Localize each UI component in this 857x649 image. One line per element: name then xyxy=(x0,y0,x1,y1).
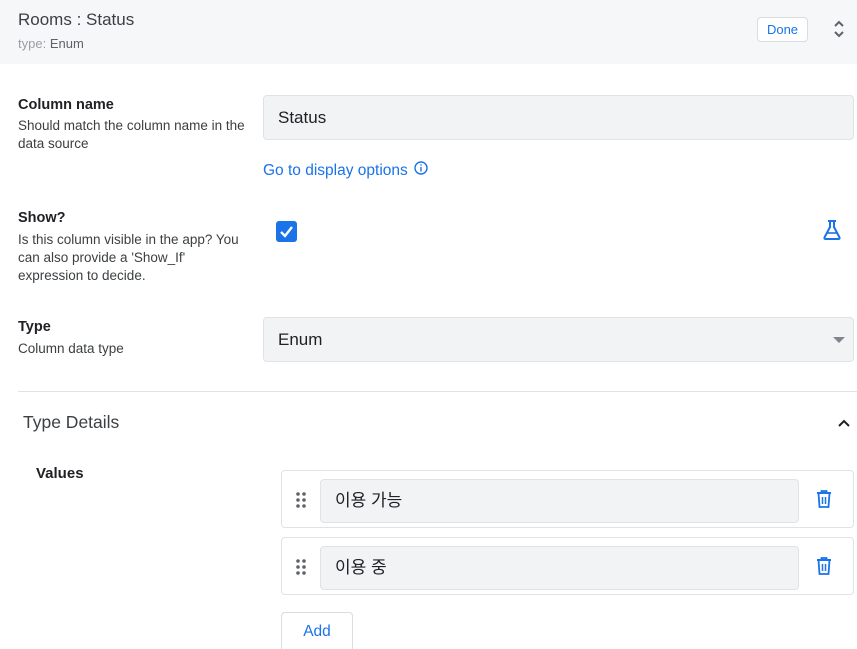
chevron-up-icon[interactable] xyxy=(835,414,853,432)
value-row: 이용 가능 xyxy=(281,470,854,528)
add-value-button[interactable]: Add xyxy=(281,612,353,649)
display-options-link-text: Go to display options xyxy=(263,161,408,179)
values-label: Values xyxy=(36,465,84,482)
type-label: Type xyxy=(18,319,51,335)
trash-icon[interactable] xyxy=(815,556,833,576)
column-title: Rooms : Status xyxy=(18,10,135,29)
column-type-summary: type: Enum xyxy=(18,36,84,51)
value-input[interactable]: 이용 가능 xyxy=(320,479,799,523)
column-name-label: Column name xyxy=(18,97,114,113)
checkmark-icon xyxy=(280,226,293,238)
drag-handle-icon[interactable] xyxy=(295,558,307,576)
show-label: Show? xyxy=(18,210,66,226)
type-value: Enum xyxy=(49,36,84,51)
show-checkbox[interactable] xyxy=(276,221,297,242)
dropdown-arrow-icon xyxy=(833,337,845,343)
expand-collapse-icon[interactable] xyxy=(829,17,849,41)
section-divider xyxy=(18,391,857,392)
display-options-link[interactable]: Go to display options xyxy=(263,161,428,180)
type-details-title: Type Details xyxy=(23,412,120,432)
done-button[interactable]: Done xyxy=(757,17,808,42)
value-row: 이용 중 xyxy=(281,537,854,595)
value-input[interactable]: 이용 중 xyxy=(320,546,799,590)
column-name-input[interactable]: Status xyxy=(263,95,854,140)
show-description: Is this column visible in the app? You c… xyxy=(18,232,239,283)
info-icon xyxy=(414,161,428,180)
column-header: Rooms : Status type: Enum Done xyxy=(0,0,857,64)
drag-handle-icon[interactable] xyxy=(295,491,307,509)
expression-flask-icon[interactable] xyxy=(820,218,844,242)
column-editor: Rooms : Status type: Enum Done Column na… xyxy=(0,0,857,649)
type-description: Column data type xyxy=(18,341,124,356)
column-name-description: Should match the column name in the data… xyxy=(18,118,245,151)
type-select-value: Enum xyxy=(278,330,323,349)
type-select[interactable]: Enum xyxy=(263,317,854,362)
trash-icon[interactable] xyxy=(815,489,833,509)
type-prefix: type: xyxy=(18,36,47,51)
